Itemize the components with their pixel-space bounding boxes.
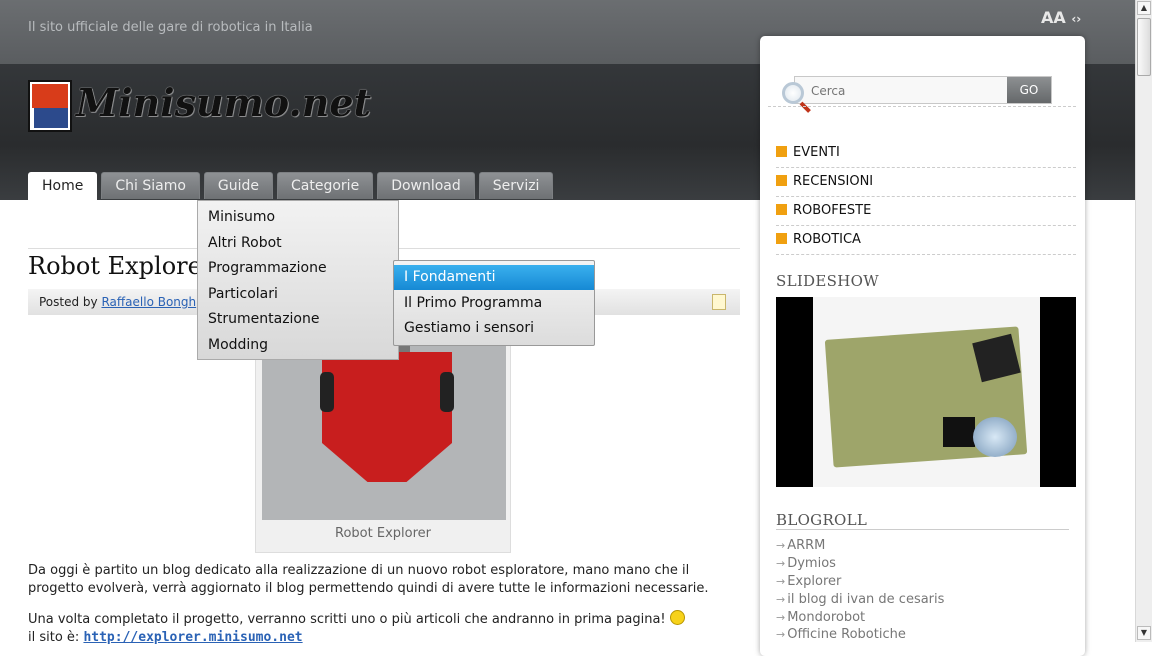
robot-wheel-right: [440, 372, 454, 412]
tab-categorie[interactable]: Categorie: [277, 172, 374, 199]
smiley-icon: [669, 610, 685, 625]
posted-by-label: Posted by: [39, 295, 98, 309]
font-resize-label: AA: [1041, 8, 1066, 27]
arrow-icon: →: [776, 628, 786, 641]
blogroll-link-officine[interactable]: → Officine Robotiche: [776, 627, 906, 642]
category-divider: [776, 225, 1076, 226]
arrow-icon: →: [776, 593, 786, 606]
menu-item-programmazione[interactable]: Programmazione: [208, 260, 327, 276]
scroll-up-icon[interactable]: ▲: [1137, 1, 1151, 15]
menu-item-particolari[interactable]: Particolari: [208, 286, 278, 302]
arrow-icon: →: [776, 611, 786, 624]
scroll-down-icon[interactable]: ▼: [1137, 626, 1151, 640]
search-input[interactable]: [809, 77, 1008, 105]
pcb-led-shape: [973, 417, 1017, 457]
search-divider: [768, 106, 1076, 107]
arrow-icon: →: [776, 575, 786, 588]
blogroll-label: il blog di ivan de cesaris: [787, 592, 945, 607]
guide-dropdown-menu: Minisumo Altri Robot Programmazione Part…: [197, 200, 399, 360]
category-label: ROBOTICA: [793, 232, 861, 247]
submenu-item-il-primo-programma[interactable]: Il Primo Programma: [394, 291, 594, 316]
category-divider: [776, 196, 1076, 197]
category-divider: [776, 167, 1076, 168]
programmazione-submenu: I Fondamenti Il Primo Programma Gestiamo…: [393, 260, 595, 346]
tab-guide[interactable]: Guide: [203, 172, 274, 199]
image-caption: Robot Explorer: [335, 526, 431, 541]
main-nav: Home Chi Siamo Guide Categorie Download …: [28, 172, 554, 201]
arrow-icon: →: [776, 539, 786, 552]
robot-body-shape: [322, 352, 452, 482]
bullet-square-icon: [776, 204, 787, 215]
menu-item-strumentazione[interactable]: Strumentazione: [208, 311, 320, 327]
logo-m-block: [32, 84, 68, 108]
blogroll-divider: [776, 529, 1069, 530]
vertical-scrollbar[interactable]: ▲ ▼: [1135, 0, 1152, 642]
robot-wheel-left: [320, 372, 334, 412]
site-tagline: Il sito ufficiale delle gare di robotica…: [28, 20, 313, 35]
menu-item-altri-robot[interactable]: Altri Robot: [208, 235, 282, 251]
slideshow-heading: SLIDESHOW: [776, 272, 879, 290]
category-recensioni[interactable]: RECENSIONI: [776, 174, 873, 189]
category-robotica[interactable]: ROBOTICA: [776, 232, 861, 247]
post-paragraph-2-text: Una volta completato il progetto, verran…: [28, 612, 666, 627]
blogroll-link-arrm[interactable]: → ARRM: [776, 538, 825, 553]
scrollbar-thumb[interactable]: [1137, 18, 1151, 76]
submenu-item-i-fondamenti[interactable]: I Fondamenti: [394, 265, 594, 290]
menu-item-minisumo[interactable]: Minisumo: [208, 209, 275, 225]
slideshow-image: [813, 297, 1040, 487]
category-robofeste[interactable]: ROBOFESTE: [776, 203, 871, 218]
site-prefix-label: il sito è:: [28, 630, 80, 645]
submenu-item-gestiamo-i-sensori[interactable]: Gestiamo i sensori: [394, 316, 594, 341]
robot-explorer-image[interactable]: [262, 332, 506, 520]
slideshow[interactable]: [776, 297, 1076, 487]
post-title[interactable]: Robot Explorer: [28, 252, 213, 280]
tab-download[interactable]: Download: [377, 172, 475, 199]
tab-servizi[interactable]: Servizi: [478, 172, 554, 199]
category-label: RECENSIONI: [793, 174, 874, 189]
search-box: GO: [794, 76, 1052, 105]
menu-item-modding[interactable]: Modding: [208, 337, 268, 353]
font-resize-icon[interactable]: AA ‹›: [1041, 8, 1081, 27]
tab-chi-siamo[interactable]: Chi Siamo: [101, 172, 200, 199]
arrow-icon: →: [776, 557, 786, 570]
blogroll-link-mondorobot[interactable]: → Mondorobot: [776, 610, 865, 625]
category-label: ROBOFESTE: [793, 203, 872, 218]
blogroll-label: Mondorobot: [787, 610, 866, 625]
site-name[interactable]: Minisumo.net: [76, 80, 371, 125]
blogroll-heading: BLOGROLL: [776, 511, 868, 529]
category-divider: [776, 254, 1076, 255]
blogroll-link-ivan[interactable]: → il blog di ivan de cesaris: [776, 592, 944, 607]
tab-home[interactable]: Home: [28, 172, 98, 201]
site-logo-icon[interactable]: [28, 80, 72, 132]
category-eventi[interactable]: EVENTI: [776, 145, 840, 160]
pcb-ic-shape: [943, 417, 975, 447]
bullet-square-icon: [776, 175, 787, 186]
bullet-square-icon: [776, 146, 787, 157]
blogroll-label: Explorer: [787, 574, 842, 589]
blogroll-label: Officine Robotiche: [787, 627, 906, 642]
magnifier-icon: [782, 82, 804, 104]
category-label: EVENTI: [793, 145, 840, 160]
blogroll-link-explorer[interactable]: → Explorer: [776, 574, 841, 589]
post-byline: Posted by Raffaello Bongh: [39, 295, 196, 309]
pcb-chip-shape: [972, 333, 1021, 383]
blogroll-label: Dymios: [787, 556, 836, 571]
search-go-button[interactable]: GO: [1007, 77, 1051, 103]
explorer-site-link[interactable]: http://explorer.minisumo.net: [83, 630, 302, 645]
blogroll-label: ARRM: [787, 538, 826, 553]
edit-icon[interactable]: [712, 294, 726, 310]
post-paragraph-1: Da oggi è partito un blog dedicato alla …: [28, 563, 709, 596]
logo-s-block: [34, 108, 68, 128]
author-link[interactable]: Raffaello Bongh: [101, 295, 196, 309]
blogroll-link-dymios[interactable]: → Dymios: [776, 556, 836, 571]
post-paragraph-2: Una volta completato il progetto, verran…: [28, 610, 740, 647]
bullet-square-icon: [776, 233, 787, 244]
